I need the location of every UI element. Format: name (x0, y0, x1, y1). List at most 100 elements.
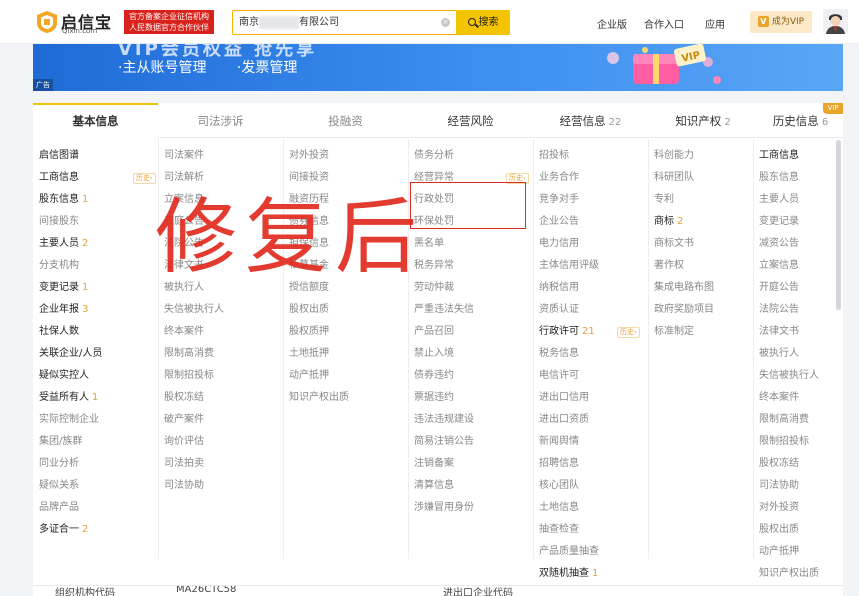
menu-item[interactable]: 股东信息 1 (39, 192, 88, 208)
menu-item[interactable]: 股权冻结 (164, 390, 204, 406)
menu-item[interactable]: 禁止入境 (414, 346, 454, 362)
menu-item[interactable]: 开庭公告 (759, 280, 799, 296)
menu-item[interactable]: 著作权 (654, 258, 684, 274)
nav-apps[interactable]: 应用 (705, 16, 725, 31)
menu-item[interactable]: 注销备案 (414, 456, 454, 472)
nav-partnership[interactable]: 合作入口 (644, 16, 684, 31)
menu-item[interactable]: 商标 2 (654, 214, 683, 230)
menu-item[interactable]: 股权质押 (289, 324, 329, 340)
menu-item[interactable]: 企业公告 (539, 214, 579, 230)
menu-item[interactable]: 变更记录 1 (39, 280, 88, 296)
history-badge[interactable]: 历史› (617, 327, 640, 338)
menu-item[interactable]: 税务信息 (539, 346, 579, 362)
tab-basic-info[interactable]: 基本信息 (33, 103, 158, 139)
menu-item[interactable]: 电信许可 (539, 368, 579, 384)
menu-item[interactable]: 立案信息 (759, 258, 799, 274)
menu-item[interactable]: 行政许可 21 (539, 324, 595, 340)
menu-item[interactable]: 同业分析 (39, 456, 79, 472)
menu-item[interactable]: 清算信息 (414, 478, 454, 494)
vip-promo-banner[interactable]: VIP会员权益 抢先享 ·主从账号管理 ·发票管理 VIP 广告 (33, 44, 843, 91)
menu-item[interactable]: 竞争对手 (539, 192, 579, 208)
menu-item[interactable]: 终本案件 (759, 390, 799, 406)
menu-item[interactable]: 主要人员 2 (39, 236, 88, 252)
menu-item[interactable]: 分支机构 (39, 258, 79, 274)
become-vip-button[interactable]: V 成为VIP (750, 11, 812, 33)
menu-item[interactable]: 社保人数 (39, 324, 79, 340)
menu-item[interactable]: 疑似实控人 (39, 368, 89, 384)
qixin-logo[interactable]: 启信宝 Qixin.com (36, 8, 116, 36)
menu-item[interactable]: 对外投资 (759, 500, 799, 516)
menu-item[interactable]: 破产案件 (164, 412, 204, 428)
menu-item[interactable]: 股权冻结 (759, 456, 799, 472)
menu-item[interactable]: 核心团队 (539, 478, 579, 494)
menu-item[interactable]: 招投标 (539, 148, 569, 164)
tab-investment[interactable]: 投融资 (283, 103, 408, 138)
menu-item[interactable]: 多证合一 2 (39, 522, 88, 538)
menu-item[interactable]: 动产抵押 (759, 544, 799, 560)
menu-item[interactable]: 集团/族群 (39, 434, 82, 450)
menu-item[interactable]: 司法协助 (759, 478, 799, 494)
tab-litigation[interactable]: 司法涉诉 (158, 103, 283, 138)
menu-item[interactable]: 土地抵押 (289, 346, 329, 362)
menu-item[interactable]: 进出口信用 (539, 390, 589, 406)
menu-item[interactable]: 土地信息 (539, 500, 579, 516)
menu-item[interactable]: 主体信用评级 (539, 258, 599, 274)
nav-enterprise-edition[interactable]: 企业版 (597, 16, 627, 31)
avatar[interactable] (823, 9, 848, 34)
menu-item[interactable]: 实际控制企业 (39, 412, 99, 428)
menu-item[interactable]: 资质认证 (539, 302, 579, 318)
menu-item[interactable]: 科研团队 (654, 170, 694, 186)
menu-item[interactable]: 集成电路布图 (654, 280, 714, 296)
menu-item[interactable]: 专利 (654, 192, 674, 208)
menu-item[interactable]: 债务分析 (414, 148, 454, 164)
menu-item[interactable]: 疑似关系 (39, 478, 79, 494)
menu-item[interactable]: 债券违约 (414, 368, 454, 384)
menu-item[interactable]: 限制招投标 (759, 434, 809, 450)
menu-item[interactable]: 工商信息 (39, 170, 79, 186)
menu-item[interactable]: 间接股东 (39, 214, 79, 230)
menu-item[interactable]: 涉嫌冒用身份 (414, 500, 474, 516)
menu-item[interactable]: 限制招投标 (164, 368, 214, 384)
menu-item[interactable]: 抽查检查 (539, 522, 579, 538)
menu-item[interactable]: 被执行人 (759, 346, 799, 362)
menu-item[interactable]: 严重违法失信 (414, 302, 474, 318)
menu-item[interactable]: 变更记录 (759, 214, 799, 230)
menu-item[interactable]: 询价评估 (164, 434, 204, 450)
tab-business-info[interactable]: 经营信息 22 (533, 103, 648, 138)
menu-item[interactable]: 启信图谱 (39, 148, 79, 164)
menu-item[interactable]: 政府奖励项目 (654, 302, 714, 318)
menu-item[interactable]: 受益所有人 1 (39, 390, 98, 406)
history-badge[interactable]: 历史› (133, 173, 156, 184)
menu-item[interactable]: 司法拍卖 (164, 456, 204, 472)
menu-item[interactable]: 产品质量抽查 (539, 544, 599, 560)
menu-item[interactable]: 招聘信息 (539, 456, 579, 472)
menu-item[interactable]: 股权出质 (759, 522, 799, 538)
menu-item[interactable]: 知识产权出质 (289, 390, 349, 406)
menu-item[interactable]: 法律文书 (759, 324, 799, 340)
menu-item[interactable]: 减资公告 (759, 236, 799, 252)
menu-item[interactable]: 司法协助 (164, 478, 204, 494)
tab-intellectual-property[interactable]: 知识产权 2 (648, 103, 758, 138)
menu-item[interactable]: 主要人员 (759, 192, 799, 208)
menu-item[interactable]: 违法违规建设 (414, 412, 474, 428)
menu-item[interactable]: 法院公告 (759, 302, 799, 318)
menu-item[interactable]: 票据违约 (414, 390, 454, 406)
scrollbar[interactable] (836, 140, 841, 310)
menu-item[interactable]: 关联企业/人员 (39, 346, 102, 362)
menu-item[interactable]: 股权出质 (289, 302, 329, 318)
menu-item[interactable]: 进出口资质 (539, 412, 589, 428)
menu-item[interactable]: 对外投资 (289, 148, 329, 164)
menu-item[interactable]: 纳税信用 (539, 280, 579, 296)
menu-item[interactable]: 商标文书 (654, 236, 694, 252)
menu-item[interactable]: 新闻舆情 (539, 434, 579, 450)
menu-item[interactable]: 业务合作 (539, 170, 579, 186)
menu-item[interactable]: 品牌产品 (39, 500, 79, 516)
menu-item[interactable]: 司法案件 (164, 148, 204, 164)
menu-item[interactable]: 工商信息 (759, 148, 799, 164)
menu-item[interactable]: 动产抵押 (289, 368, 329, 384)
menu-item[interactable]: 简易注销公告 (414, 434, 474, 450)
menu-item[interactable]: 失信被执行人 (759, 368, 819, 384)
tab-business-risk[interactable]: 经营风险 (408, 103, 533, 138)
menu-item[interactable]: 标准制定 (654, 324, 694, 340)
menu-item[interactable]: 终本案件 (164, 324, 204, 340)
